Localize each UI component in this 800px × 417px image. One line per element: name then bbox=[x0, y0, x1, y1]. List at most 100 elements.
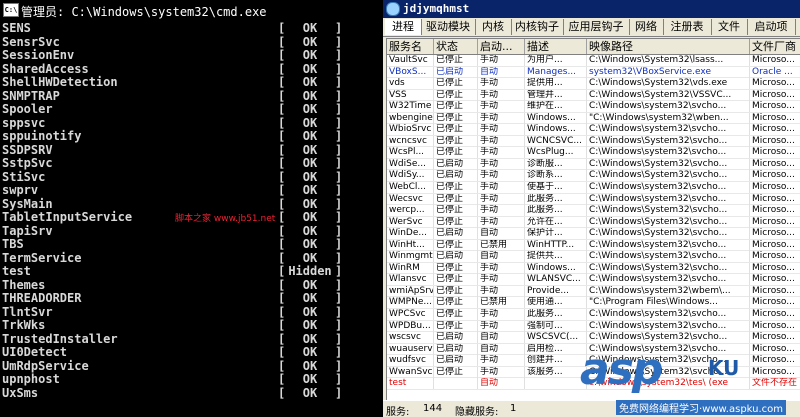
cmd-line: sppsvc [OK] bbox=[0, 115, 383, 131]
status-value: OK bbox=[302, 88, 318, 103]
tab-7[interactable]: 注册表 bbox=[663, 19, 712, 35]
table-cell: 已停止 bbox=[434, 205, 478, 217]
table-cell: 此服务... bbox=[525, 193, 587, 205]
cmd-title-bar[interactable]: C:\ 管理员: C:\Windows\system32\cmd.exe bbox=[0, 0, 383, 21]
cmd-line: SSDPSRV [OK] bbox=[0, 142, 383, 158]
table-cell: Microso... bbox=[750, 136, 800, 147]
status-value: OK bbox=[302, 223, 318, 238]
table-row[interactable]: WinRM 已停止 手动 Windows... C:\Windows\System32\… bbox=[387, 262, 800, 275]
cmd-line: SNMPTRAP [OK] bbox=[0, 88, 383, 104]
table-row[interactable]: wcncsvc 已停止 手动 WCNCSVC... C:\Windows\System3… bbox=[387, 135, 800, 148]
table-row[interactable]: wscsvc 已启动 自动 WSCSVC(... C:\Windows\System32… bbox=[387, 332, 800, 344]
table-cell: 已启动 bbox=[434, 158, 478, 170]
table-cell: 手动 bbox=[478, 216, 525, 228]
cmd-line: SensrSvc [OK] bbox=[0, 35, 383, 50]
status-value: OK bbox=[302, 115, 318, 130]
table-cell: 已停止 bbox=[434, 239, 478, 251]
table-cell: C:\Windows\system32\svcho... bbox=[587, 147, 750, 159]
status-value: OK bbox=[302, 48, 318, 62]
bracket-close: ] bbox=[335, 264, 343, 278]
table-row[interactable]: WPCSvc 已停止 手动 此服务... C:\Windows\system32\svc… bbox=[387, 309, 800, 321]
table-row[interactable]: wbengine 已停止 手动 Windows... "C:\Windows\syste… bbox=[387, 112, 800, 125]
hidden-services-label: 隐藏服务: bbox=[455, 407, 499, 417]
table-cell: WerSvc bbox=[387, 216, 434, 228]
table-row[interactable]: WPDBu... 已停止 手动 强制可... C:\Windows\system32\s… bbox=[387, 320, 800, 333]
service-name: TabletInputService bbox=[2, 210, 133, 224]
table-row[interactable]: WebCl... 已停止 手动 使基于... C:\Windows\system32\s… bbox=[387, 182, 800, 194]
tool-title-bar[interactable]: jdjymqhmst bbox=[383, 0, 800, 18]
column-header[interactable]: 服务名 bbox=[387, 39, 434, 54]
table-row[interactable]: WerSvc 已停止 手动 允许在... C:\Windows\System32\svc… bbox=[387, 216, 800, 229]
table-row[interactable]: vds 已停止 手动 提供用... C:\Windows\System32\vds.ex… bbox=[387, 78, 800, 90]
table-cell: Microso... bbox=[750, 321, 800, 332]
tab-8[interactable]: 文件 bbox=[711, 19, 748, 35]
table-cell: Windows... bbox=[525, 262, 587, 274]
status-value: OK bbox=[302, 210, 318, 224]
bracket-open: [ bbox=[278, 129, 286, 143]
table-cell: WinHTTP... bbox=[525, 239, 587, 251]
table-cell: Microso... bbox=[750, 113, 800, 124]
tab-2[interactable]: 驱动模块 bbox=[421, 19, 476, 35]
table-cell: C:\Windows\System32\svcho... bbox=[587, 228, 750, 240]
table-row[interactable]: WcsPl... 已停止 手动 WcsPlug... C:\Windows\system… bbox=[387, 147, 800, 159]
cmd-line: swprv [OK] bbox=[0, 183, 383, 198]
table-cell: C:\Windows\system32\wbem\... bbox=[587, 285, 750, 297]
table-row[interactable]: WMPNe... 已停止 已禁用 使用通... "C:\Program Files\Wi… bbox=[387, 297, 800, 310]
column-header[interactable]: 映像路径 bbox=[587, 39, 750, 54]
table-row[interactable]: Wecsvc 已停止 手动 此服务... C:\Windows\system32\svc… bbox=[387, 193, 800, 206]
status-value: OK bbox=[302, 183, 318, 197]
tool-title: jdjymqhmst bbox=[403, 2, 470, 15]
status-value: OK bbox=[302, 156, 318, 170]
column-header[interactable]: 启动... bbox=[478, 39, 525, 54]
cmd-line: TBS [OK] bbox=[0, 237, 383, 252]
tab-bar: 进程 驱动模块 内核 内核钩子 应用层钩子 网络 注册表 文件 启动项 bbox=[383, 18, 800, 37]
cmd-line: SharedAccess [OK] bbox=[0, 61, 383, 77]
table-cell: WwanSvc bbox=[389, 366, 434, 378]
table-cell: 手动 bbox=[478, 135, 525, 147]
service-name: SSDPSRV bbox=[2, 142, 53, 157]
tab-1[interactable]: 进程 bbox=[385, 19, 422, 35]
table-row[interactable]: WdiSy... 已启动 手动 诊断系... C:\Windows\System32\s… bbox=[387, 170, 800, 183]
tab-3[interactable]: 内核 bbox=[475, 19, 512, 35]
table-row[interactable]: WinHt... 已停止 已禁用 WinHTTP... C:\Windows\syste… bbox=[387, 239, 800, 252]
table-row[interactable]: VaultSvc 已停止 手动 为用户... C:\Windows\System32\l… bbox=[387, 55, 800, 67]
status-value: OK bbox=[302, 291, 318, 305]
bracket-open: [ bbox=[278, 61, 286, 76]
table-row[interactable]: WdiSe... 已启动 手动 诊断服... C:\Windows\System32\s… bbox=[387, 158, 800, 171]
bracket-close: ] bbox=[335, 129, 343, 143]
table-cell: "C:\Windows\system32\wben... bbox=[587, 112, 750, 124]
bracket-open: [ bbox=[278, 372, 286, 386]
table-row[interactable]: Wlansvc 已停止 手动 WLANSVC... C:\Windows\system3… bbox=[387, 274, 800, 286]
table-cell: 已停止 bbox=[434, 366, 478, 378]
table-cell: C:\Windows\system32\svcho... bbox=[587, 239, 750, 251]
table-row[interactable]: WbioSrvc 已停止 手动 Windows... C:\Windows\system… bbox=[387, 124, 800, 136]
table-row[interactable]: VBoxS... 已启动 自动 Manages... system32\VBoxServ… bbox=[387, 66, 800, 79]
table-row[interactable]: wercp... 已停止 手动 此服务... C:\Windows\System32\s… bbox=[387, 205, 800, 217]
column-header[interactable]: 状态 bbox=[434, 39, 478, 54]
cmd-line: SysMain [OK] bbox=[0, 197, 383, 212]
table-row[interactable]: WinDe... 已启动 自动 保护计... C:\Windows\System32\s… bbox=[387, 228, 800, 240]
table-cell: Microso... bbox=[750, 101, 800, 112]
service-name: sppsvc bbox=[2, 115, 46, 130]
tab-9[interactable]: 启动项 bbox=[747, 19, 796, 35]
bracket-open: [ bbox=[278, 318, 286, 332]
tab-4[interactable]: 内核钩子 bbox=[511, 19, 564, 35]
table-cell: 强制可... bbox=[525, 320, 587, 332]
cmd-window[interactable]: C:\ 管理员: C:\Windows\system32\cmd.exe SEN… bbox=[0, 0, 383, 417]
tab-6[interactable]: 网络 bbox=[629, 19, 664, 35]
table-row[interactable]: Winmgmt 已启动 自动 提供共... C:\Windows\system32\sv… bbox=[387, 251, 800, 263]
tab-5[interactable]: 应用层钩子 bbox=[563, 19, 630, 35]
service-name: TBS bbox=[2, 237, 24, 251]
table-cell: WPCSvc bbox=[387, 309, 434, 321]
bracket-close: ] bbox=[335, 115, 343, 130]
column-header[interactable]: 文件厂商 bbox=[750, 39, 800, 54]
table-cell: Provide... bbox=[525, 285, 587, 297]
cmd-line: TapiSrv [OK] bbox=[0, 223, 383, 239]
column-header[interactable]: 描述 bbox=[525, 39, 587, 54]
table-row[interactable]: wmiApSrv 已停止 手动 Provide... C:\Windows\system… bbox=[387, 285, 800, 298]
table-cell: wuauserv bbox=[389, 343, 434, 355]
table-row[interactable]: W32Time 已停止 手动 维护在... C:\Windows\system32\sv… bbox=[387, 101, 800, 113]
bracket-close: ] bbox=[335, 304, 343, 319]
cmd-line: SENS [OK] bbox=[0, 21, 383, 36]
table-row[interactable]: VSS 已停止 手动 管理并... C:\Windows\System32\VSSVC.… bbox=[387, 89, 800, 102]
